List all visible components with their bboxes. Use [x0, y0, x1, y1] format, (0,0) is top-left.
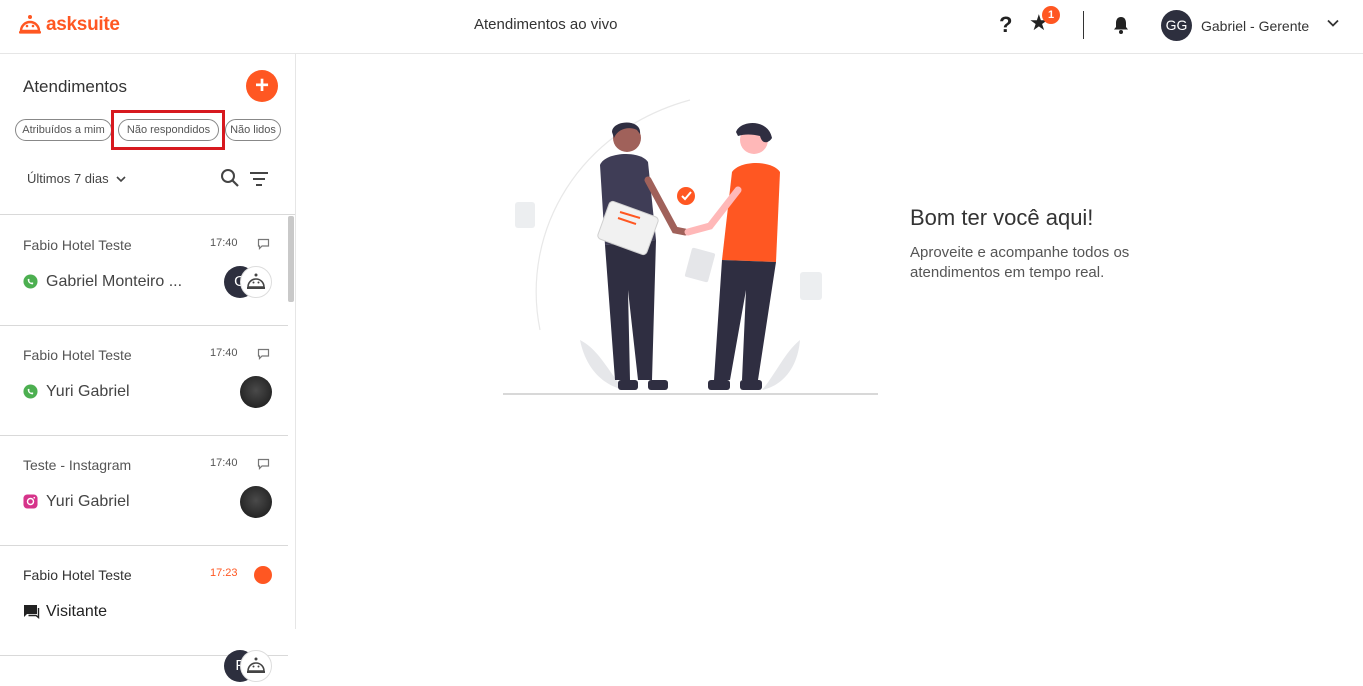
chevron-down-icon: [116, 175, 126, 182]
conversation-hotel: Fabio Hotel Teste: [23, 567, 132, 583]
add-conversation-button[interactable]: +: [246, 70, 278, 102]
conversation-hotel: Fabio Hotel Teste: [23, 237, 132, 253]
header-divider: [1083, 11, 1084, 39]
scrollbar[interactable]: [288, 216, 294, 302]
search-icon[interactable]: [220, 168, 240, 193]
message-flag-icon: [257, 348, 270, 360]
whatsapp-icon: [23, 384, 38, 399]
conversation-hotel: Teste - Instagram: [23, 457, 132, 473]
user-name[interactable]: Gabriel - Gerente: [1201, 18, 1309, 34]
instagram-icon: [23, 494, 38, 509]
welcome-text: Aproveite e acompanhe todos os atendimen…: [910, 244, 1130, 281]
whatsapp-icon: [23, 274, 38, 289]
bot-icon: [240, 650, 272, 682]
contact-name: Visitante: [46, 603, 108, 620]
conversation-hotel: Fabio Hotel Teste: [23, 347, 132, 363]
handshake-illustration: [503, 99, 878, 395]
top-bar: asksuite Atendimentos ao vivo ? ★ 1 GG G…: [0, 0, 1363, 54]
help-icon[interactable]: ?: [999, 12, 1012, 38]
user-avatar[interactable]: GG: [1161, 10, 1192, 41]
highlight-box: [111, 110, 225, 150]
contact-name: Gabriel Monteiro ...: [46, 273, 183, 290]
message-flag-icon: [257, 458, 270, 470]
asksuite-logo[interactable]: asksuite: [18, 14, 120, 36]
period-label: Últimos 7 dias: [27, 171, 109, 186]
conversation-time: 17:40: [210, 457, 238, 469]
filter-icon[interactable]: [249, 171, 269, 192]
contact-name: Yuri Gabriel: [46, 493, 130, 510]
logo-text: asksuite: [46, 14, 120, 35]
period-selector[interactable]: Últimos 7 dias: [27, 171, 127, 186]
page-title: Atendimentos ao vivo: [474, 16, 618, 33]
filter-chip-assigned[interactable]: Atribuídos a mim: [15, 119, 112, 141]
notification-badge: 1: [1042, 6, 1060, 24]
chevron-down-icon[interactable]: [1326, 16, 1340, 35]
avatar: [240, 376, 272, 408]
conversation-time: 17:40: [210, 347, 238, 359]
conversation-time: 17:40: [210, 237, 238, 249]
message-flag-icon: [257, 238, 270, 250]
unread-dot: [254, 566, 272, 584]
conversation-item[interactable]: Fabio Hotel Teste 17:40 Yuri Gabriel: [0, 326, 288, 436]
conversations-sidebar: Atendimentos + Atribuídos a mim Não resp…: [0, 54, 296, 682]
conversation-item[interactable]: Teste - Instagram 17:40 Yuri Gabriel: [0, 436, 288, 546]
conversation-item[interactable]: Fabio Hotel Teste 17:40 Gabriel Monteiro…: [0, 216, 288, 326]
bot-icon: [240, 266, 272, 298]
bell-icon[interactable]: [1111, 15, 1131, 40]
bell-logo-icon: [19, 15, 41, 34]
welcome-title: Bom ter você aqui!: [910, 205, 1094, 230]
avatar: [240, 486, 272, 518]
list-divider: [0, 214, 295, 215]
chat-icon: [24, 605, 40, 619]
contact-name: Yuri Gabriel: [46, 383, 130, 400]
sidebar-title: Atendimentos: [23, 77, 127, 96]
conversation-item[interactable]: Fabio Hotel Teste 17:23 Visitante F: [0, 546, 288, 682]
conversation-time: 17:23: [210, 567, 238, 579]
filter-chip-unread[interactable]: Não lidos: [225, 119, 281, 141]
